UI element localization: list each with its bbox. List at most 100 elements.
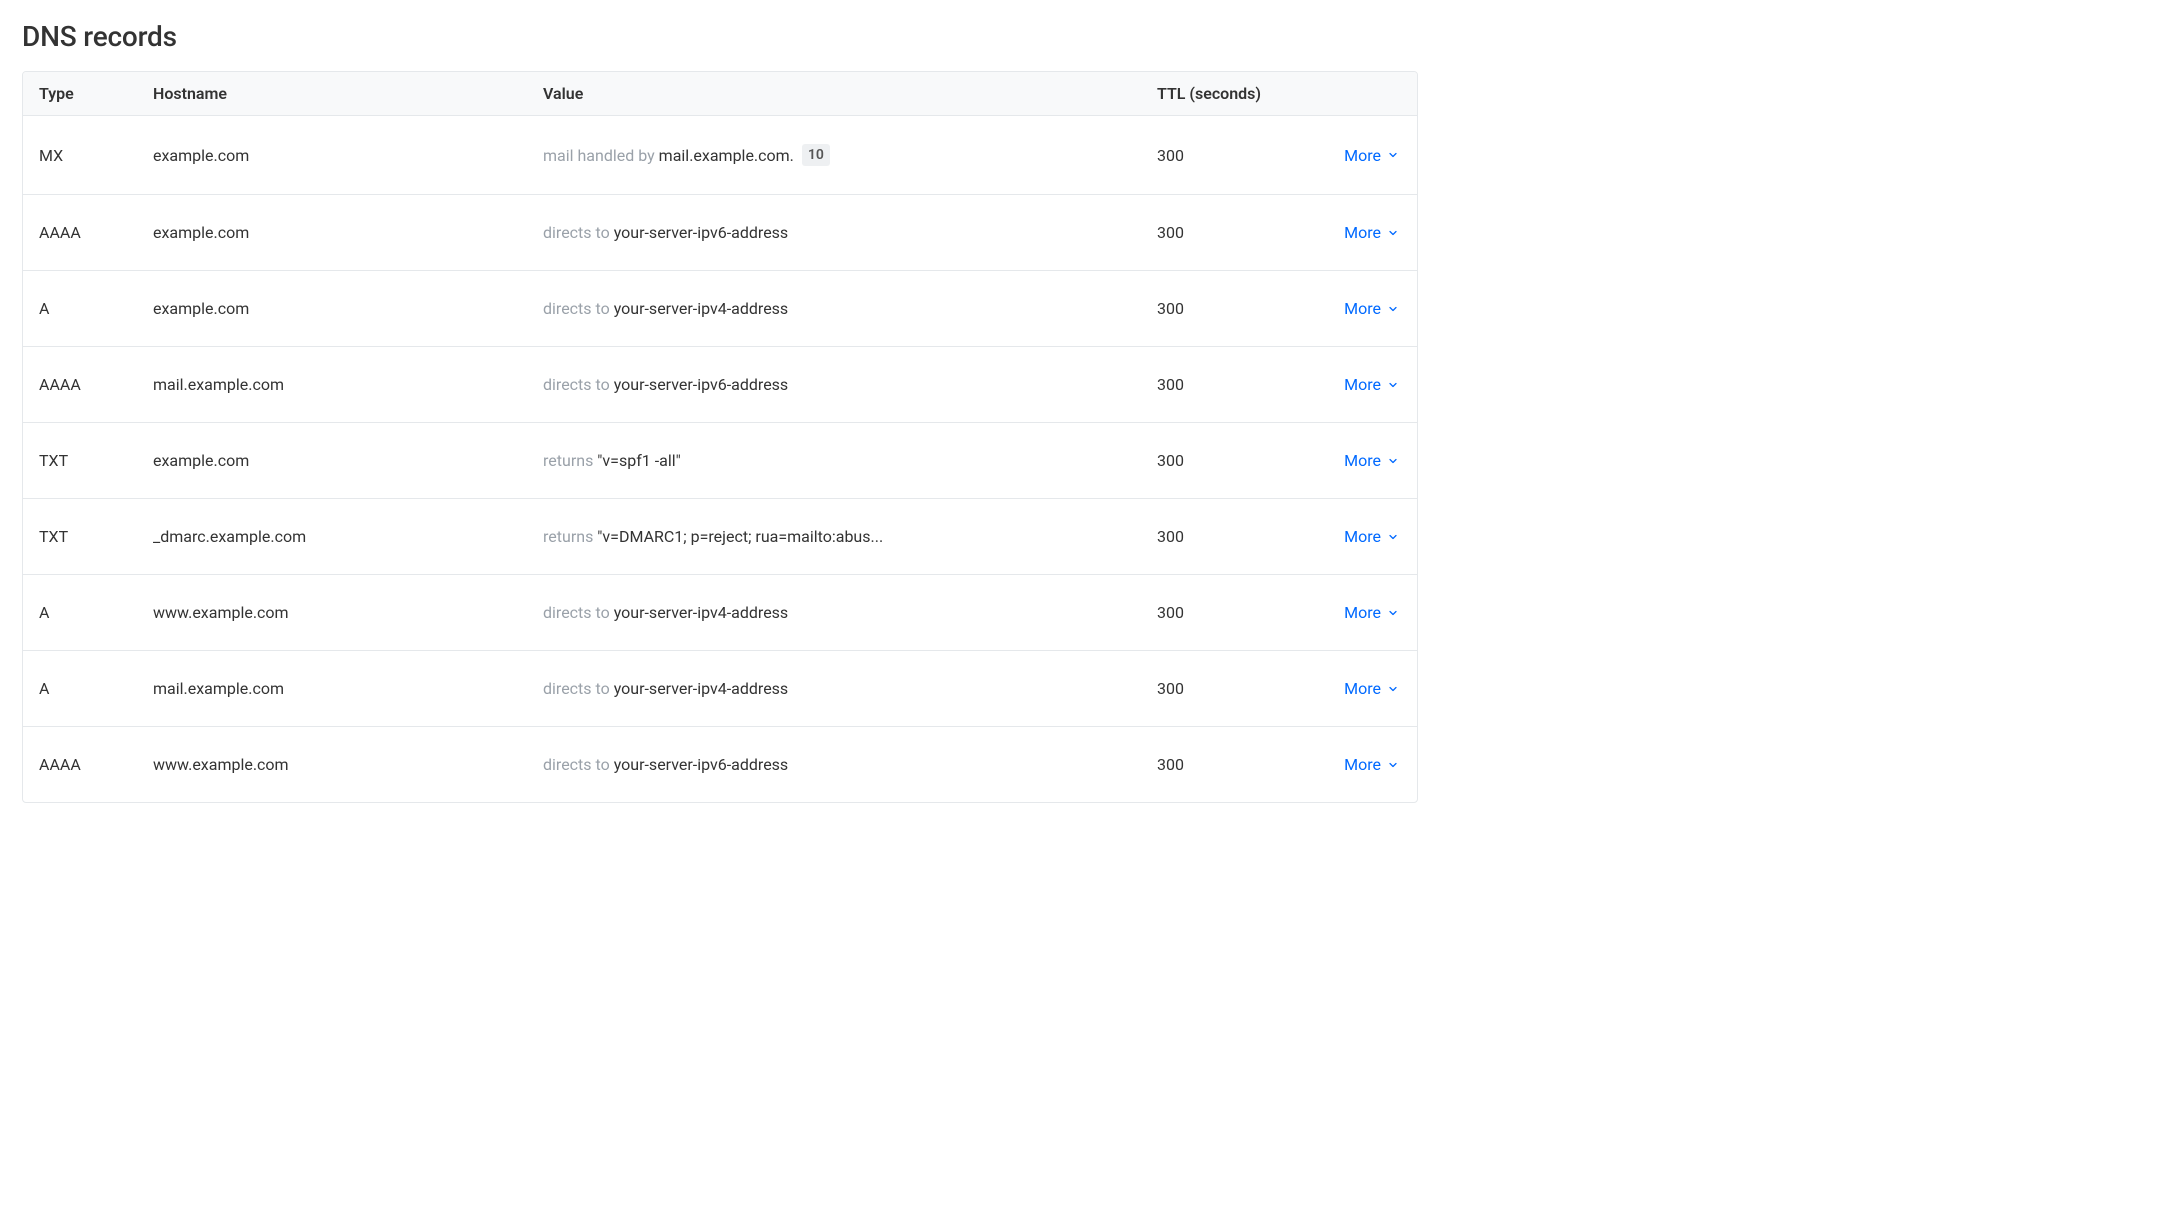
more-button[interactable]: More [1344, 223, 1399, 242]
cell-value: mail handled by mail.example.com. 10 [543, 144, 1157, 166]
cell-type: AAAA [23, 755, 153, 774]
column-header-value: Value [543, 84, 1157, 103]
more-button-label: More [1344, 299, 1381, 318]
value-prefix: directs to [543, 375, 614, 394]
more-button-label: More [1344, 603, 1381, 622]
cell-value: directs to your-server-ipv4-address [543, 679, 1157, 698]
more-button-label: More [1344, 223, 1381, 242]
cell-actions: More [1307, 603, 1417, 622]
cell-type: A [23, 603, 153, 622]
chevron-down-icon [1387, 607, 1399, 619]
more-button[interactable]: More [1344, 527, 1399, 546]
value-prefix: directs to [543, 679, 614, 698]
value-text: your-server-ipv4-address [614, 603, 789, 622]
cell-actions: More [1307, 527, 1417, 546]
more-button-label: More [1344, 451, 1381, 470]
cell-hostname: example.com [153, 146, 543, 165]
cell-value: directs to your-server-ipv6-address [543, 755, 1157, 774]
cell-hostname: example.com [153, 299, 543, 318]
more-button[interactable]: More [1344, 375, 1399, 394]
table-row: AAAAmail.example.comdirects to your-serv… [23, 347, 1417, 423]
more-button[interactable]: More [1344, 603, 1399, 622]
chevron-down-icon [1387, 227, 1399, 239]
page-title: DNS records [22, 20, 1418, 53]
value-text: your-server-ipv6-address [614, 755, 789, 774]
more-button[interactable]: More [1344, 146, 1399, 165]
more-button[interactable]: More [1344, 451, 1399, 470]
cell-actions: More [1307, 223, 1417, 242]
value-prefix: directs to [543, 223, 614, 242]
cell-type: A [23, 299, 153, 318]
dns-records-table: Type Hostname Value TTL (seconds) MXexam… [22, 71, 1418, 803]
value-text: your-server-ipv4-address [614, 679, 789, 698]
chevron-down-icon [1387, 303, 1399, 315]
cell-hostname: example.com [153, 223, 543, 242]
cell-ttl: 300 [1157, 679, 1307, 698]
column-header-type: Type [23, 84, 153, 103]
more-button-label: More [1344, 755, 1381, 774]
chevron-down-icon [1387, 149, 1399, 161]
cell-hostname: example.com [153, 451, 543, 470]
chevron-down-icon [1387, 455, 1399, 467]
value-prefix: directs to [543, 603, 614, 622]
value-text: your-server-ipv6-address [614, 375, 789, 394]
table-row: Amail.example.comdirects to your-server-… [23, 651, 1417, 727]
table-row: AAAAexample.comdirects to your-server-ip… [23, 195, 1417, 271]
value-text: your-server-ipv4-address [614, 299, 789, 318]
cell-value: returns "v=DMARC1; p=reject; rua=mailto:… [543, 527, 1157, 546]
cell-ttl: 300 [1157, 603, 1307, 622]
cell-ttl: 300 [1157, 527, 1307, 546]
more-button[interactable]: More [1344, 679, 1399, 698]
chevron-down-icon [1387, 379, 1399, 391]
table-row: TXTexample.comreturns "v=spf1 -all"300Mo… [23, 423, 1417, 499]
cell-hostname: mail.example.com [153, 375, 543, 394]
table-header-row: Type Hostname Value TTL (seconds) [23, 72, 1417, 116]
cell-ttl: 300 [1157, 451, 1307, 470]
cell-type: AAAA [23, 223, 153, 242]
cell-actions: More [1307, 755, 1417, 774]
cell-ttl: 300 [1157, 223, 1307, 242]
value-text: your-server-ipv6-address [614, 223, 789, 242]
value-prefix: returns [543, 451, 597, 470]
more-button[interactable]: More [1344, 299, 1399, 318]
cell-ttl: 300 [1157, 375, 1307, 394]
cell-ttl: 300 [1157, 755, 1307, 774]
cell-value: directs to your-server-ipv6-address [543, 375, 1157, 394]
priority-badge: 10 [802, 144, 830, 166]
cell-value: directs to your-server-ipv6-address [543, 223, 1157, 242]
table-row: MXexample.commail handled by mail.exampl… [23, 116, 1417, 195]
cell-type: AAAA [23, 375, 153, 394]
chevron-down-icon [1387, 531, 1399, 543]
table-row: Aexample.comdirects to your-server-ipv4-… [23, 271, 1417, 347]
cell-actions: More [1307, 146, 1417, 165]
cell-value: directs to your-server-ipv4-address [543, 299, 1157, 318]
value-prefix: directs to [543, 299, 614, 318]
more-button[interactable]: More [1344, 755, 1399, 774]
table-row: TXT_dmarc.example.comreturns "v=DMARC1; … [23, 499, 1417, 575]
column-header-ttl: TTL (seconds) [1157, 84, 1307, 103]
cell-hostname: www.example.com [153, 603, 543, 622]
cell-hostname: _dmarc.example.com [153, 527, 543, 546]
more-button-label: More [1344, 679, 1381, 698]
cell-value: returns "v=spf1 -all" [543, 451, 1157, 470]
chevron-down-icon [1387, 683, 1399, 695]
cell-type: A [23, 679, 153, 698]
cell-actions: More [1307, 679, 1417, 698]
chevron-down-icon [1387, 759, 1399, 771]
more-button-label: More [1344, 375, 1381, 394]
cell-hostname: www.example.com [153, 755, 543, 774]
cell-actions: More [1307, 451, 1417, 470]
cell-actions: More [1307, 299, 1417, 318]
more-button-label: More [1344, 146, 1381, 165]
value-prefix: returns [543, 527, 597, 546]
value-text: "v=DMARC1; p=reject; rua=mailto:abus... [597, 527, 883, 546]
cell-value: directs to your-server-ipv4-address [543, 603, 1157, 622]
table-row: AAAAwww.example.comdirects to your-serve… [23, 727, 1417, 802]
cell-type: MX [23, 146, 153, 165]
value-prefix: mail handled by [543, 146, 659, 165]
value-text: mail.example.com. [659, 146, 794, 165]
cell-type: TXT [23, 527, 153, 546]
cell-ttl: 300 [1157, 146, 1307, 165]
more-button-label: More [1344, 527, 1381, 546]
column-header-hostname: Hostname [153, 84, 543, 103]
